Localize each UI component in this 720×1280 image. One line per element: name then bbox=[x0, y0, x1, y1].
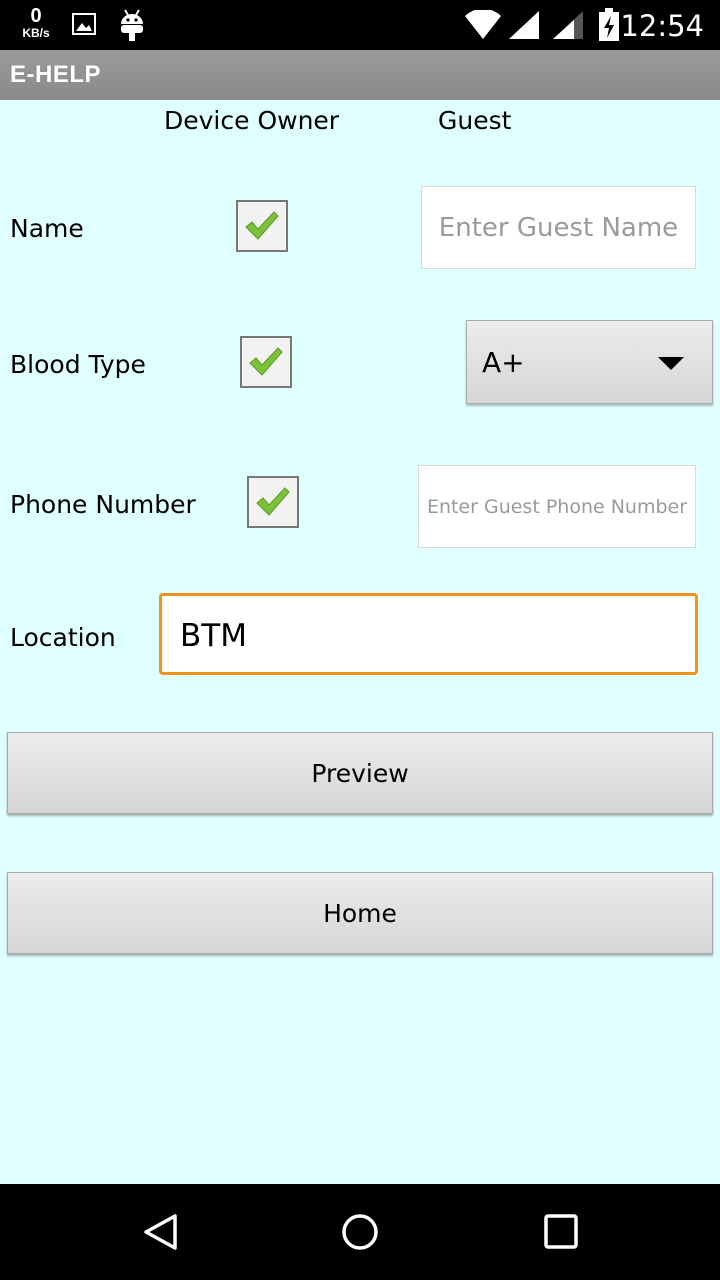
guest-name-input[interactable]: Enter Guest Name bbox=[421, 186, 696, 269]
guest-phone-placeholder: Enter Guest Phone Number bbox=[426, 495, 688, 518]
back-icon[interactable] bbox=[140, 1212, 180, 1257]
image-icon bbox=[72, 12, 96, 41]
home-button[interactable]: Home bbox=[7, 872, 713, 954]
owner-blood-type-checkbox[interactable] bbox=[240, 336, 292, 388]
network-speed-unit: KB/s bbox=[22, 26, 50, 40]
blood-type-label: Blood Type bbox=[10, 350, 146, 379]
phone-number-label: Phone Number bbox=[10, 490, 196, 519]
recents-icon[interactable] bbox=[542, 1212, 582, 1257]
preview-button[interactable]: Preview bbox=[7, 732, 713, 814]
check-icon bbox=[245, 211, 279, 240]
owner-name-checkbox[interactable] bbox=[236, 200, 288, 252]
header-guest: Guest bbox=[438, 106, 512, 135]
location-value: BTM bbox=[180, 618, 247, 654]
header-device-owner: Device Owner bbox=[164, 106, 340, 135]
guest-name-placeholder: Enter Guest Name bbox=[438, 212, 679, 243]
name-label: Name bbox=[10, 214, 84, 243]
network-speed-value: 0 bbox=[30, 5, 42, 27]
location-input[interactable]: BTM bbox=[159, 593, 698, 675]
check-icon bbox=[256, 487, 290, 516]
blood-type-selected: A+ bbox=[482, 346, 525, 379]
dropdown-arrow-icon bbox=[658, 357, 684, 370]
app-title: E-HELP bbox=[10, 61, 102, 88]
guest-phone-input[interactable]: Enter Guest Phone Number bbox=[418, 465, 696, 548]
wifi-icon bbox=[464, 8, 502, 45]
battery-charging-icon bbox=[598, 8, 620, 47]
network-speed: 0 KB/s bbox=[18, 6, 54, 39]
signal-icon bbox=[552, 10, 584, 45]
home-circle-icon[interactable] bbox=[341, 1212, 381, 1257]
clock: 12:54 bbox=[620, 9, 704, 43]
blood-type-dropdown[interactable]: A+ bbox=[466, 320, 713, 404]
status-bar: 0 KB/s 12:54 bbox=[0, 0, 720, 50]
check-icon bbox=[249, 347, 283, 376]
app-bar: E-HELP bbox=[0, 50, 720, 100]
signal-icon bbox=[508, 10, 540, 45]
navigation-bar bbox=[0, 1184, 720, 1280]
android-icon bbox=[118, 8, 146, 47]
location-label: Location bbox=[10, 623, 116, 652]
owner-phone-checkbox[interactable] bbox=[247, 476, 299, 528]
